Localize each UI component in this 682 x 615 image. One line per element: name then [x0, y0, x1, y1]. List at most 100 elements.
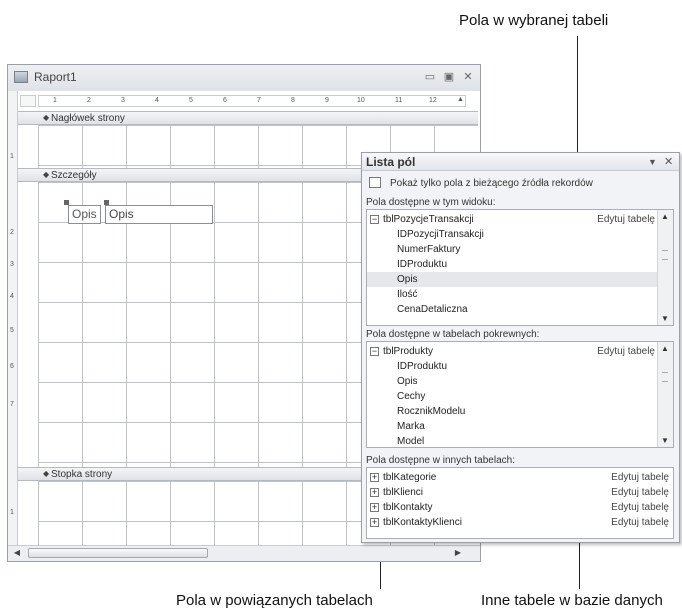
- dropdown-icon[interactable]: ▼: [648, 157, 657, 167]
- horizontal-scrollbar[interactable]: ◀ ▶: [8, 545, 480, 561]
- opis-textbox-control[interactable]: Opis: [105, 205, 213, 224]
- edit-table-link[interactable]: Edytuj tabelę: [611, 515, 669, 530]
- scroll-grip[interactable]: [662, 372, 668, 382]
- table-row[interactable]: + tblKontakty Edytuj tabelę: [367, 500, 671, 515]
- show-only-current-link[interactable]: Pokaż tylko pola z bieżącego źródła reko…: [366, 176, 675, 194]
- list-item[interactable]: Marka: [367, 419, 657, 434]
- field-list-pane: Lista pól ▼ ✕ Pokaż tylko pola z bieżące…: [361, 152, 680, 543]
- hruler-tick: 2: [87, 97, 91, 104]
- section-page-header-label: Nagłówek strony: [51, 113, 125, 124]
- list-item[interactable]: Cechy: [367, 389, 657, 404]
- expand-icon[interactable]: +: [370, 473, 379, 482]
- vruler-tick: 1: [10, 509, 14, 516]
- field-name: Opis: [397, 376, 418, 387]
- list-item[interactable]: RocznikModelu: [367, 404, 657, 419]
- hruler-tick: 5: [189, 97, 193, 104]
- table-icon: [369, 177, 381, 188]
- table-name: tblKategorie: [383, 472, 437, 483]
- horizontal-ruler: 1 2 3 4 5 6 7 8 9 10 11 12 ▲: [38, 95, 466, 107]
- scroll-thumb[interactable]: [28, 548, 208, 558]
- opis-label-control[interactable]: Opis: [68, 205, 101, 224]
- hruler-tick: 7: [257, 97, 261, 104]
- scroll-right-icon[interactable]: ▶: [452, 548, 464, 558]
- report-icon: [14, 71, 28, 83]
- section-arrow-icon: ◆: [43, 469, 50, 478]
- minimize-icon[interactable]: ▭: [423, 70, 437, 84]
- available-fields-list[interactable]: − tblPozycjeTransakcji Edytuj tabelę IDP…: [366, 209, 674, 326]
- expand-icon[interactable]: +: [370, 488, 379, 497]
- list-item[interactable]: IDProduktu: [367, 257, 657, 272]
- table-name: tblKlienci: [383, 487, 424, 498]
- vruler-tick: 1: [10, 153, 14, 160]
- table-row[interactable]: + tblKlienci Edytuj tabelę: [367, 485, 671, 500]
- hruler-tick: 10: [357, 97, 365, 104]
- list-item[interactable]: IDProduktu: [367, 359, 657, 374]
- collapse-icon[interactable]: −: [370, 215, 379, 224]
- field-list-titlebar[interactable]: Lista pól ▼ ✕: [362, 153, 679, 171]
- list-item-selected[interactable]: Opis: [367, 272, 657, 287]
- other-fields-header: Pola dostępne w innych tabelach:: [366, 455, 515, 466]
- field-name: IDProduktu: [397, 259, 448, 270]
- table-name: tblProdukty: [383, 346, 434, 357]
- scroll-up-icon[interactable]: ▲: [457, 96, 464, 103]
- close-icon[interactable]: ✕: [664, 155, 673, 168]
- list-item[interactable]: IDPozycjiTransakcji: [367, 227, 657, 242]
- scroll-up-icon[interactable]: ▲: [661, 212, 669, 221]
- edit-table-link[interactable]: Edytuj tabelę: [611, 500, 669, 515]
- move-handle[interactable]: [64, 200, 69, 205]
- report-titlebar[interactable]: Raport1 ▭ ▣ ✕: [8, 65, 480, 91]
- edit-table-link[interactable]: Edytuj tabelę: [597, 344, 655, 359]
- hruler-tick: 9: [325, 97, 329, 104]
- list-item[interactable]: CenaDetaliczna: [367, 302, 657, 317]
- section-page-footer-label: Stopka strony: [51, 469, 113, 480]
- show-only-label: Pokaż tylko pola z bieżącego źródła reko…: [390, 178, 593, 189]
- table-name: tblKontaktyKlienci: [383, 517, 462, 528]
- move-handle[interactable]: [104, 200, 109, 205]
- field-list-title: Lista pól: [366, 155, 416, 169]
- hruler-tick: 12: [429, 97, 437, 104]
- table-name: tblPozycjeTransakcji: [383, 214, 474, 225]
- section-detail-label: Szczegóły: [51, 170, 97, 181]
- table-row[interactable]: + tblKategorie Edytuj tabelę: [367, 470, 671, 485]
- edit-table-link[interactable]: Edytuj tabelę: [611, 485, 669, 500]
- field-name: Ilość: [397, 289, 418, 300]
- maximize-icon[interactable]: ▣: [442, 70, 456, 84]
- close-icon[interactable]: ✕: [461, 70, 475, 84]
- section-page-header[interactable]: ◆ Nagłówek strony: [18, 111, 478, 125]
- table-row[interactable]: − tblProdukty Edytuj tabelę: [367, 344, 657, 359]
- vertical-scrollbar[interactable]: ▲ ▼: [657, 342, 673, 447]
- scroll-up-icon[interactable]: ▲: [661, 344, 669, 353]
- scroll-down-icon[interactable]: ▼: [661, 436, 669, 445]
- table-row[interactable]: + tblKontaktyKlienci Edytuj tabelę: [367, 515, 671, 530]
- hruler-tick: 6: [223, 97, 227, 104]
- other-tables-list[interactable]: + tblKategorie Edytuj tabelę + tblKlienc…: [366, 467, 674, 539]
- related-fields-header: Pola dostępne w tabelach pokrewnych:: [366, 329, 540, 340]
- collapse-icon[interactable]: −: [370, 347, 379, 356]
- edit-table-link[interactable]: Edytuj tabelę: [611, 470, 669, 485]
- scroll-down-icon[interactable]: ▼: [661, 314, 669, 323]
- hruler-tick: 1: [53, 97, 57, 104]
- vruler-tick: 2: [10, 229, 14, 236]
- scroll-grip[interactable]: [662, 250, 668, 260]
- callout-fields-selected-table: Pola w wybranej tabeli: [459, 12, 609, 29]
- hruler-tick: 4: [155, 97, 159, 104]
- vruler-tick: 5: [10, 327, 14, 334]
- edit-table-link[interactable]: Edytuj tabelę: [597, 212, 655, 227]
- vertical-scrollbar[interactable]: ▲ ▼: [657, 210, 673, 325]
- ruler-corner[interactable]: [20, 95, 36, 107]
- list-item[interactable]: NumerFaktury: [367, 242, 657, 257]
- list-item[interactable]: Ilość: [367, 287, 657, 302]
- expand-icon[interactable]: +: [370, 518, 379, 527]
- field-name: Cechy: [397, 391, 426, 402]
- list-item[interactable]: Model: [367, 434, 657, 447]
- related-fields-list[interactable]: − tblProdukty Edytuj tabelę IDProduktu O…: [366, 341, 674, 448]
- field-name: RocznikModelu: [397, 406, 466, 417]
- callout-fields-related-tables: Pola w powiązanych tabelach: [176, 592, 373, 609]
- expand-icon[interactable]: +: [370, 503, 379, 512]
- report-title: Raport1: [34, 70, 77, 84]
- field-name: Marka: [397, 421, 425, 432]
- list-item[interactable]: Opis: [367, 374, 657, 389]
- scroll-left-icon[interactable]: ◀: [11, 548, 23, 558]
- table-row[interactable]: − tblPozycjeTransakcji Edytuj tabelę: [367, 212, 657, 227]
- field-name: NumerFaktury: [397, 244, 461, 255]
